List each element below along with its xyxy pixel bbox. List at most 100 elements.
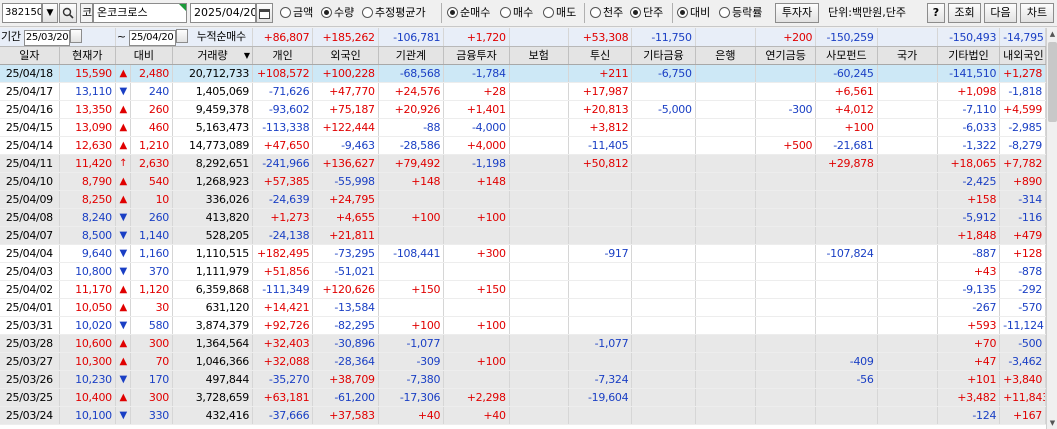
- search-icon[interactable]: [59, 3, 77, 23]
- table-row[interactable]: 25/04/03 10,800 ▼ 370 1,111,979 +51,856 -51,02…: [0, 262, 1046, 281]
- table-row[interactable]: 25/03/25 10,400 ▲ 300 3,728,659 +63,181 -61,20…: [0, 388, 1046, 407]
- radio-amount[interactable]: 금액: [280, 3, 313, 23]
- investor-button[interactable]: 투자자: [775, 3, 819, 23]
- scroll-up-icon[interactable]: ▲: [1047, 28, 1057, 40]
- col-header[interactable]: 보험: [509, 46, 569, 65]
- radio-single-shares[interactable]: 단주: [630, 3, 663, 23]
- investor-value-cell: [755, 208, 817, 227]
- col-header[interactable]: 대비: [115, 46, 174, 65]
- table-row[interactable]: 25/03/28 10,600 ▲ 300 1,364,564 +32,403 -30,89…: [0, 334, 1046, 353]
- calendar-icon[interactable]: [175, 29, 188, 43]
- table-row[interactable]: 25/04/15 13,090 ▲ 460 5,163,473 -113,338 +122,…: [0, 118, 1046, 137]
- col-header[interactable]: 외국인: [312, 46, 379, 65]
- table-row[interactable]: 25/04/10 8,790 ▲ 540 1,268,923 +57,385 -55,998…: [0, 172, 1046, 191]
- scroll-down-icon[interactable]: ▼: [1047, 417, 1057, 429]
- market-indicator: 코: [80, 3, 93, 23]
- sort-arrow-icon[interactable]: ▼: [244, 47, 250, 64]
- investor-value-cell: -2,985: [999, 118, 1046, 137]
- col-header[interactable]: 개인: [252, 46, 314, 65]
- stock-code-input[interactable]: 382150: [2, 3, 42, 23]
- stock-name-field[interactable]: 온코크로스: [93, 3, 187, 23]
- investor-value-cell: -88: [378, 118, 445, 137]
- table-row[interactable]: 25/04/08 8,240 ▼ 260 413,820 +1,273 +4,655 +100…: [0, 208, 1046, 227]
- radio-buy[interactable]: 매수: [500, 3, 533, 23]
- radio-thousand-shares[interactable]: 천주: [590, 3, 623, 23]
- period-to-input[interactable]: 25/04/20: [128, 30, 176, 46]
- investor-value-cell: [815, 262, 878, 281]
- calendar-icon[interactable]: [70, 29, 83, 43]
- investor-value-cell: +57,385: [252, 172, 314, 191]
- divider: [584, 3, 585, 23]
- col-header[interactable]: 금융투자: [443, 46, 510, 65]
- radio-change[interactable]: 대비: [677, 3, 710, 23]
- table-row[interactable]: 25/03/24 10,100 ▼ 330 432,416 -37,666 +37,583 +…: [0, 406, 1046, 425]
- investor-value-cell: [509, 280, 569, 299]
- query-button[interactable]: 조회: [948, 3, 981, 23]
- col-header[interactable]: 투신: [568, 46, 633, 65]
- table-row[interactable]: 25/03/31 10,020 ▼ 580 3,874,379 +92,726 -82,29…: [0, 316, 1046, 335]
- col-header[interactable]: 일자: [0, 46, 60, 65]
- next-button[interactable]: 다음: [984, 3, 1017, 23]
- summary-value: +86,807: [252, 28, 314, 47]
- date-input[interactable]: 2025/04/20: [190, 3, 256, 23]
- col-header[interactable]: 은행: [695, 46, 756, 65]
- investor-value-cell: -570: [999, 298, 1046, 317]
- investor-value-cell: -30,896: [312, 334, 379, 353]
- col-header[interactable]: 기타법인: [937, 46, 1001, 65]
- investor-value-cell: [568, 262, 633, 281]
- investor-value-cell: -19,604: [568, 388, 633, 407]
- radio-net-buy[interactable]: 순매수: [447, 3, 490, 23]
- table-row[interactable]: 25/04/07 8,500 ▼ 1,140 528,205 -24,138 +21,811…: [0, 226, 1046, 245]
- period-label: 기간: [1, 30, 21, 43]
- table-row[interactable]: 25/04/02 11,170 ▲ 1,120 6,359,868 -111,349 +12…: [0, 280, 1046, 299]
- table-row[interactable]: 25/04/09 8,250 ▲ 10 336,026 -24,639 +24,795 +15…: [0, 190, 1046, 209]
- col-header[interactable]: 기타금융: [631, 46, 696, 65]
- col-header[interactable]: 기관계: [378, 46, 445, 65]
- vertical-scrollbar[interactable]: ▲ ▼: [1046, 28, 1057, 429]
- table-row[interactable]: 25/04/04 9,640 ▼ 1,160 1,110,515 +182,495 -73,…: [0, 244, 1046, 263]
- col-header-volume[interactable]: 거래량 ▼: [172, 46, 254, 65]
- investor-value-cell: +7,782: [999, 154, 1046, 173]
- investor-value-cell: -28,364: [312, 352, 379, 371]
- table-row[interactable]: 25/04/11 11,420 ↑ 2,630 8,292,651 -241,966 +13…: [0, 154, 1046, 173]
- radio-quantity[interactable]: 수량: [321, 3, 354, 23]
- investor-value-cell: -1,322: [937, 136, 1001, 155]
- investor-value-cell: -9,135: [937, 280, 1001, 299]
- col-header[interactable]: 내외국인: [999, 46, 1046, 65]
- scroll-thumb[interactable]: [1048, 42, 1057, 122]
- change-cell: 1,210: [130, 136, 173, 155]
- investor-value-cell: -17,306: [378, 388, 445, 407]
- radio-estimated-avg[interactable]: 추정평균가: [362, 3, 426, 23]
- investor-value-cell: -61,200: [312, 388, 379, 407]
- table-row[interactable]: 25/04/14 12,630 ▲ 1,210 14,773,089 +47,650 -9,…: [0, 136, 1046, 155]
- col-header[interactable]: 국가: [877, 46, 938, 65]
- investor-value-cell: -111,349: [252, 280, 314, 299]
- summary-value: -106,781: [378, 28, 445, 47]
- investor-value-cell: -51,021: [312, 262, 379, 281]
- radio-change-rate[interactable]: 등락률: [719, 3, 762, 23]
- table-row[interactable]: 25/03/27 10,300 ▲ 70 1,046,366 +32,088 -28,364…: [0, 352, 1046, 371]
- investor-value-cell: -21,681: [815, 136, 878, 155]
- col-header[interactable]: 사모펀드: [815, 46, 878, 65]
- table-row[interactable]: 25/03/26 10,230 ▼ 170 497,844 -35,270 +38,709-…: [0, 370, 1046, 389]
- table-row[interactable]: 25/04/18 15,590 ▲ 2,480 20,712,733 +108,572 +1…: [0, 64, 1046, 83]
- date-cell: 25/04/09: [0, 190, 60, 209]
- chart-button[interactable]: 차트: [1020, 3, 1054, 23]
- investor-value-cell: [378, 226, 445, 245]
- radio-sell[interactable]: 매도: [543, 3, 576, 23]
- table-row[interactable]: 25/04/01 10,050 ▲ 30 631,120 +14,421 -13,584 -2…: [0, 298, 1046, 317]
- col-header[interactable]: 연기금등: [755, 46, 817, 65]
- investor-value-cell: +100: [443, 208, 510, 227]
- period-from-input[interactable]: 25/03/20: [23, 30, 71, 46]
- help-button[interactable]: ?: [927, 3, 945, 23]
- col-header[interactable]: 현재가: [59, 46, 116, 65]
- date-cell: 25/03/27: [0, 352, 60, 371]
- investor-value-cell: +1,273: [252, 208, 314, 227]
- code-dropdown-icon[interactable]: ▼: [42, 3, 58, 23]
- table-row[interactable]: 25/04/16 13,350 ▲ 260 9,459,378 -93,602 +75,18…: [0, 100, 1046, 119]
- volume-cell: 20,712,733: [172, 64, 254, 83]
- calendar-icon[interactable]: [256, 3, 273, 23]
- investor-value-cell: [755, 64, 817, 83]
- table-row[interactable]: 25/04/17 13,110 ▼ 240 1,405,069 -71,626 +47,77…: [0, 82, 1046, 101]
- summary-value: -11,750: [631, 28, 696, 47]
